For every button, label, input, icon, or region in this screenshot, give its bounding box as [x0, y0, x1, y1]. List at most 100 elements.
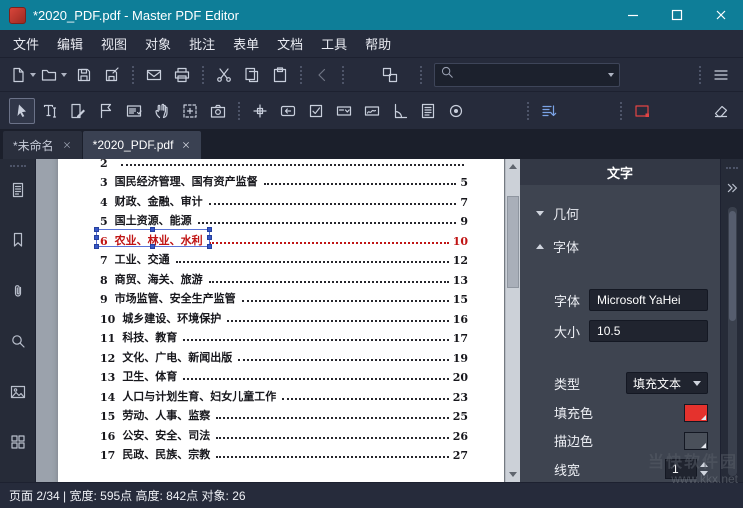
- font-size-field[interactable]: 10.5: [589, 320, 708, 342]
- toc-row[interactable]: 6 农业、林业、水利 10: [94, 227, 468, 249]
- toc-row[interactable]: 16 公安、安全、司法 26: [100, 423, 468, 443]
- stroke-color-swatch[interactable]: [684, 431, 708, 450]
- minimize-button[interactable]: [611, 0, 655, 30]
- line-width-stepper[interactable]: 1: [665, 459, 708, 479]
- menu-object[interactable]: 对象: [136, 30, 180, 57]
- email-button[interactable]: [141, 62, 167, 88]
- toc-row[interactable]: 7 工业、交通 12: [100, 248, 468, 267]
- menu-document[interactable]: 文档: [268, 30, 312, 57]
- selection-handle[interactable]: [94, 227, 99, 232]
- save-as-button[interactable]: [99, 62, 125, 88]
- menu-view[interactable]: 视图: [92, 30, 136, 57]
- collapse-panel-button[interactable]: [723, 179, 741, 197]
- select-button[interactable]: [9, 97, 35, 124]
- menu-help[interactable]: 帮助: [356, 30, 400, 57]
- search-panel-button[interactable]: [4, 331, 32, 358]
- red-rectangle-button[interactable]: [629, 98, 655, 124]
- menu-tools[interactable]: 工具: [312, 30, 356, 57]
- toc-row[interactable]: 4 财政、金融、审计 7: [100, 189, 468, 209]
- tab-close-icon[interactable]: [181, 140, 191, 150]
- menu-file[interactable]: 文件: [4, 30, 48, 57]
- cut-button[interactable]: [211, 62, 237, 88]
- radio-button-field-button[interactable]: [443, 98, 469, 124]
- edit-object-button[interactable]: [65, 98, 91, 124]
- font-name-field[interactable]: Microsoft YaHei: [589, 289, 708, 311]
- tab-2020-pdf[interactable]: *2020_PDF.pdf: [82, 131, 202, 159]
- attachments-panel-button[interactable]: [4, 280, 32, 307]
- menu-forms[interactable]: 表单: [224, 30, 268, 57]
- toolbar-menu-button[interactable]: [708, 62, 734, 88]
- open-dropdown-caret[interactable]: [61, 72, 67, 77]
- print-button[interactable]: [169, 62, 195, 88]
- toc-row[interactable]: 8 商贸、海关、旅游 13: [100, 267, 468, 287]
- save-button[interactable]: [71, 62, 97, 88]
- push-button-field-button[interactable]: [275, 98, 301, 124]
- signature-field-button[interactable]: [359, 98, 385, 124]
- search-input[interactable]: [454, 67, 608, 82]
- toc-row[interactable]: 2: [100, 159, 468, 170]
- arrange-button[interactable]: [536, 98, 562, 124]
- vertical-scrollbar[interactable]: [505, 159, 520, 482]
- fill-color-swatch[interactable]: [684, 403, 708, 422]
- select-area-button[interactable]: [177, 98, 203, 124]
- hand-button[interactable]: [149, 98, 175, 124]
- selection-handle[interactable]: [207, 227, 212, 232]
- maximize-button[interactable]: [655, 0, 699, 30]
- text-type-select[interactable]: 填充文本: [626, 372, 708, 394]
- panel-scrollbar-thumb[interactable]: [728, 211, 736, 321]
- rail-drag-handle[interactable]: [9, 165, 26, 167]
- scrollbar-track[interactable]: [506, 174, 520, 467]
- snapshot-button[interactable]: [205, 98, 231, 124]
- toc-row[interactable]: 12 文化、广电、新闻出版 19: [100, 345, 468, 365]
- thumbnails-panel-button[interactable]: [4, 381, 32, 408]
- search-dropdown-caret[interactable]: [608, 72, 614, 77]
- checkbox-field-button[interactable]: [303, 98, 329, 124]
- toc-row[interactable]: 10 城乡建设、环境保护 16: [100, 306, 468, 326]
- toc-row[interactable]: 15 劳动、人事、监察 25: [100, 404, 468, 423]
- selection-handle[interactable]: [94, 234, 99, 240]
- back-button[interactable]: [309, 62, 335, 88]
- tab-untitled[interactable]: *未命名: [3, 131, 82, 159]
- section-geometry[interactable]: 几何: [520, 197, 720, 230]
- selection-handle[interactable]: [94, 243, 99, 249]
- new-document-button[interactable]: [9, 62, 38, 88]
- toc-row[interactable]: 14 人口与计划生育、妇女儿童工作 23: [100, 384, 468, 404]
- text-area-field-button[interactable]: [415, 98, 441, 124]
- bookmarks-panel-button[interactable]: [4, 230, 32, 257]
- scroll-down-button[interactable]: [506, 467, 520, 482]
- tab-close-icon[interactable]: [62, 140, 72, 150]
- copy-button[interactable]: [239, 62, 265, 88]
- toc-row[interactable]: 5 国土资源、能源 9: [100, 209, 468, 228]
- eraser-button[interactable]: [708, 98, 734, 124]
- panel-scrollbar[interactable]: [727, 207, 737, 476]
- toc-row[interactable]: 13 卫生、体育 20: [100, 365, 468, 384]
- measure-tool-button[interactable]: [387, 98, 413, 124]
- spin-down-button[interactable]: [700, 471, 708, 476]
- paste-button[interactable]: [267, 62, 293, 88]
- selection-handle[interactable]: [150, 227, 155, 232]
- menu-comment[interactable]: 批注: [180, 30, 224, 57]
- edit-text-button[interactable]: [37, 98, 63, 124]
- close-button[interactable]: [699, 0, 743, 30]
- toc-row[interactable]: 11 科技、教育 17: [100, 326, 468, 345]
- strip-drag-handle[interactable]: [726, 167, 738, 169]
- scrollbar-thumb[interactable]: [507, 196, 519, 288]
- combo-box-field-button[interactable]: [331, 98, 357, 124]
- pdf-page[interactable]: 2 3 国民经济管理、国有资产监督 5 4 财政、金融、审计 7 5 国土资源、能源 9 6 农业、林…: [58, 159, 504, 482]
- fit-view-button[interactable]: [377, 62, 403, 88]
- menu-edit[interactable]: 编辑: [48, 30, 92, 57]
- toc-row[interactable]: 9 市场监管、安全生产监管 15: [100, 287, 468, 306]
- spin-up-button[interactable]: [700, 462, 708, 467]
- text-field-button[interactable]: [247, 98, 273, 124]
- layers-panel-button[interactable]: [4, 432, 32, 459]
- toc-row[interactable]: 17 民政、民族、宗教 27: [100, 443, 468, 462]
- pdf-viewport[interactable]: 2 3 国民经济管理、国有资产监督 5 4 财政、金融、审计 7 5 国土资源、能源 9 6 农业、林…: [36, 159, 520, 482]
- toc-row[interactable]: 3 国民经济管理、国有资产监督 5: [100, 170, 468, 189]
- open-button[interactable]: [40, 62, 69, 88]
- bookmark-tool-button[interactable]: [93, 98, 119, 124]
- new-document-dropdown-caret[interactable]: [30, 72, 36, 77]
- form-list-button[interactable]: [121, 98, 147, 124]
- section-font[interactable]: 字体: [520, 230, 720, 263]
- scroll-up-button[interactable]: [506, 159, 520, 174]
- pages-panel-button[interactable]: [4, 179, 32, 206]
